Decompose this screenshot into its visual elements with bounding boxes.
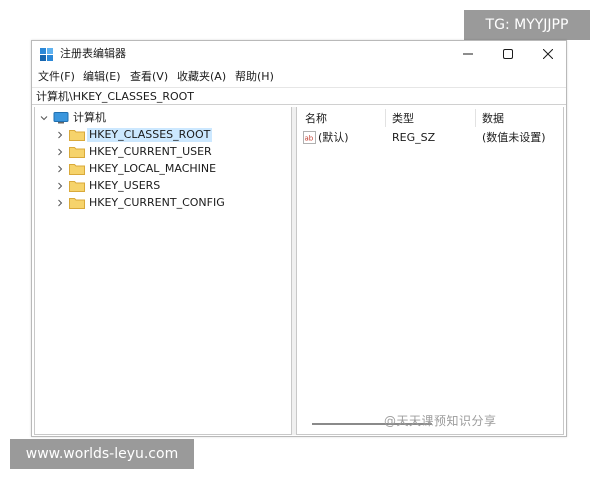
- value-row[interactable]: ab (默认) REG_SZ (数值未设置): [297, 129, 563, 146]
- chevron-right-icon[interactable]: [55, 147, 65, 157]
- folder-icon: [69, 146, 85, 158]
- column-divider[interactable]: [475, 109, 476, 127]
- close-button[interactable]: [528, 41, 568, 67]
- title-bar[interactable]: 注册表编辑器: [32, 41, 566, 67]
- tree-item-hkey-users[interactable]: HKEY_USERS: [55, 177, 160, 194]
- folder-icon: [69, 163, 85, 175]
- address-path[interactable]: 计算机\HKEY_CLASSES_ROOT: [36, 90, 194, 103]
- registry-editor-icon: [40, 48, 53, 61]
- tree-item-label: HKEY_CLASSES_ROOT: [87, 127, 213, 142]
- watermark-top: TG: MYYJJPP: [464, 10, 590, 40]
- chevron-right-icon[interactable]: [55, 164, 65, 174]
- minimize-button[interactable]: [448, 41, 488, 67]
- value-name: (默认): [318, 131, 349, 144]
- string-value-icon: ab: [303, 131, 316, 144]
- minimize-icon: [463, 53, 473, 55]
- address-bar[interactable]: 计算机\HKEY_CLASSES_ROOT: [32, 87, 566, 105]
- maximize-icon: [503, 49, 513, 59]
- column-divider[interactable]: [385, 109, 386, 127]
- tree-item-hkey-classes-root[interactable]: HKEY_CLASSES_ROOT: [55, 126, 213, 143]
- menu-bar: 文件(F) 编辑(E) 查看(V) 收藏夹(A) 帮助(H): [32, 67, 566, 87]
- svg-text:ab: ab: [305, 135, 314, 143]
- value-data: (数值未设置): [482, 131, 546, 144]
- watermark-inner: @天天课预知识分享: [384, 414, 497, 428]
- menu-edit[interactable]: 编辑(E): [83, 69, 121, 85]
- window-title: 注册表编辑器: [60, 47, 126, 60]
- menu-file[interactable]: 文件(F): [38, 69, 75, 85]
- chevron-right-icon[interactable]: [55, 198, 65, 208]
- values-pane[interactable]: 名称 类型 数据 ab (默认) REG_SZ (数值未设置): [296, 107, 564, 435]
- menu-view[interactable]: 查看(V): [130, 69, 168, 85]
- menu-favorites[interactable]: 收藏夹(A): [177, 69, 226, 85]
- folder-icon: [69, 180, 85, 192]
- folder-icon: [69, 197, 85, 209]
- folder-icon: [69, 129, 85, 141]
- tree-item-label: HKEY_CURRENT_CONFIG: [89, 195, 225, 209]
- tree-pane[interactable]: 计算机 HKEY_CLASSES_ROOT HKEY_CURRENT_USER: [34, 107, 292, 435]
- tree-item-hkey-current-user[interactable]: HKEY_CURRENT_USER: [55, 143, 212, 160]
- tree-item-label: HKEY_LOCAL_MACHINE: [89, 161, 217, 175]
- value-type: REG_SZ: [392, 131, 436, 144]
- tree-item-hkey-current-config[interactable]: HKEY_CURRENT_CONFIG: [55, 194, 225, 211]
- registry-editor-window: 注册表编辑器 文件(F) 编辑(E) 查看(V) 收藏夹(A) 帮助(H) 计算…: [31, 40, 567, 437]
- watermark-bottom: www.worlds-leyu.com: [10, 439, 194, 469]
- chevron-down-icon[interactable]: [39, 113, 49, 123]
- chevron-right-icon[interactable]: [55, 130, 65, 140]
- column-header-type[interactable]: 类型: [392, 112, 414, 126]
- chevron-right-icon[interactable]: [55, 181, 65, 191]
- menu-help[interactable]: 帮助(H): [235, 69, 274, 85]
- column-header-name[interactable]: 名称: [305, 112, 327, 126]
- computer-icon: [53, 111, 69, 123]
- tree-item-hkey-local-machine[interactable]: HKEY_LOCAL_MACHINE: [55, 160, 216, 177]
- tree-item-computer[interactable]: 计算机: [39, 109, 106, 126]
- tree-item-label: 计算机: [73, 110, 106, 124]
- tree-item-label: HKEY_CURRENT_USER: [89, 144, 212, 158]
- maximize-button[interactable]: [488, 41, 528, 67]
- tree-item-label: HKEY_USERS: [89, 178, 161, 192]
- column-header-data[interactable]: 数据: [482, 112, 504, 126]
- close-icon: [543, 49, 553, 59]
